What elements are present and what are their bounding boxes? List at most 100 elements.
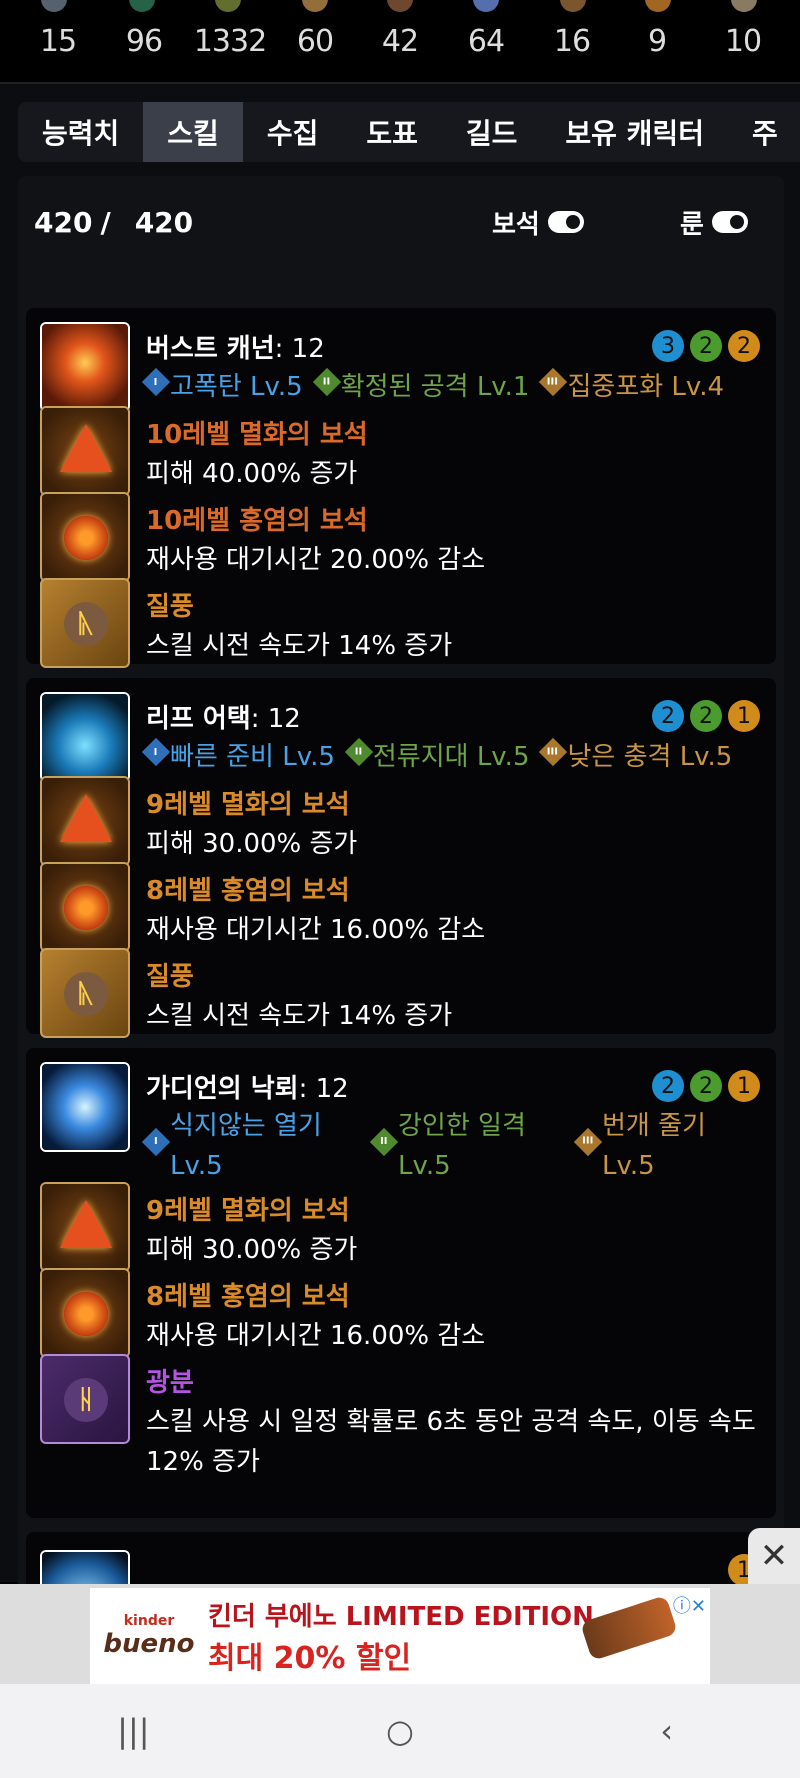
gem-desc: 재사용 대기시간 16.00% 감소 [146,915,486,945]
skill-header: 버스트 캐넌: 12 I 고폭탄 Lv.5 II 확정된 공격 Lv.1 III 집중… [40,322,760,412]
item-icon [560,0,586,12]
system-nav-bar: ||| ○ ‹ [0,1684,800,1778]
close-ad-button[interactable]: ✕ [748,1528,800,1584]
tripod-1: I 고폭탄 Lv.5 [141,366,303,403]
tripod-tier-3-icon: III [573,1127,603,1157]
item-icon [41,0,67,12]
item-count: 9 [647,24,667,59]
skill-card[interactable]: 버스트 캐넌: 12 I 고폭탄 Lv.5 II 확정된 공격 Lv.1 III 집중… [26,308,776,668]
rune-desc: 스킬 시전 속도가 14% 증가 [146,1001,453,1031]
profile-panel: 능력치 스킬 수집 도표 길드 보유 캐릭터 주 420 / 420 보석 룬 [0,82,800,1616]
tripod-tier-1-icon: I [141,367,171,397]
item-icon [473,0,499,12]
rune-row: ᚣ 질풍 스킬 시전 속도가 14% 증가 [40,578,760,668]
gem-desc: 피해 30.00% 증가 [146,829,358,859]
tab-stats[interactable]: 능력치 [18,102,143,162]
tab-bar: 능력치 스킬 수집 도표 길드 보유 캐릭터 주 [18,102,800,162]
tab-owned-characters[interactable]: 보유 캐릭터 [541,102,728,162]
skill-name: 버스트 캐넌: 12 [146,334,325,364]
tripod-tier-3-icon: III [539,737,568,767]
tripod-2: II 강인한 일격 Lv.5 [369,1106,554,1186]
crimson-flame-gem-icon [40,862,130,952]
tripod-3: III 집중포화 Lv.4 [539,366,724,403]
tripod-tier-1-icon: I [141,1127,171,1157]
ad-content[interactable]: kinder bueno 킨더 부에노 LIMITED EDITION 최대 2… [90,1588,710,1684]
gem-row: 10레벨 멸화의 보석 피해 40.00% 증가 [40,406,760,496]
item-count: 96 [125,24,163,59]
skill-name: 리프 어택: 12 [146,704,301,734]
skill-header: 리프 어택: 12 I 빠른 준비 Lv.5 II 전류지대 Lv.5 III 낮은 … [40,692,760,782]
close-icon[interactable]: ✕ [760,1536,789,1576]
tripod-badge: 2 [690,1070,722,1102]
ad-banner[interactable]: kinder bueno 킨더 부에노 LIMITED EDITION 최대 2… [0,1584,800,1684]
rune-icon: ᚣ [40,948,130,1038]
tripod-2: II 확정된 공격 Lv.1 [312,366,529,403]
tripod-badge: 3 [652,330,684,362]
skill-points-slash: / [100,205,111,239]
skill-points-row: 420 / 420 보석 룬 [34,202,774,242]
item-count: 60 [296,24,334,59]
rune-toggle-label: 룬 [680,209,704,240]
item-icon [215,0,241,12]
item-icon [129,0,155,12]
rune-title: 질풍 [146,962,194,992]
crimson-flame-gem-icon [40,492,130,582]
annihilation-gem-icon [40,1182,130,1272]
tab-collection[interactable]: 수집 [243,102,343,162]
ad-headline: 킨더 부에노 LIMITED EDITION [208,1601,594,1632]
gem-row: 9레벨 멸화의 보석 피해 30.00% 증가 [40,776,760,866]
home-icon[interactable]: ○ [370,1701,430,1761]
tab-guild[interactable]: 길드 [442,102,542,162]
ad-subline: 최대 20% 할인 [208,1640,412,1676]
rune-toggle[interactable]: 룬 [680,204,748,241]
ad-text: 킨더 부에노 LIMITED EDITION 최대 20% 할인 [208,1596,594,1677]
tripod-list: I 빠른 준비 Lv.5 II 전류지대 Lv.5 III 낮은 충격 Lv.5 [141,736,732,773]
tab-chart[interactable]: 도표 [342,102,442,162]
tripod-badge: 2 [690,700,722,732]
gem-row: 10레벨 홍염의 보석 재사용 대기시간 20.00% 감소 [40,492,760,582]
gem-desc: 피해 30.00% 증가 [146,1235,358,1265]
gem-title: 9레벨 멸화의 보석 [146,790,350,820]
back-icon[interactable]: ‹ [637,1701,697,1761]
item-icon [645,0,671,12]
tab-more[interactable]: 주 [728,102,800,162]
toggle-switch-icon[interactable] [711,211,748,233]
tripod-tier-3-icon: III [539,367,568,397]
tab-skills[interactable]: 스킬 [143,102,243,162]
tripod-3: III 번개 줄기 Lv.5 [573,1106,758,1186]
tripod-badge: 1 [728,1070,760,1102]
item-count: 42 [381,24,419,59]
skill-icon [40,322,130,412]
toggle-switch-icon[interactable] [547,211,584,233]
gem-desc: 피해 40.00% 증가 [146,459,358,489]
gem-desc: 재사용 대기시간 16.00% 감소 [146,1321,486,1351]
skills-content: 420 / 420 보석 룬 버스트 캐넌: 12 I 고폭탄 Lv.5 II … [18,176,784,1616]
tripod-level-badges: 2 2 1 [652,700,760,732]
rune-row: ᚺ 광분 스킬 사용 시 일정 확률로 6초 동안 공격 속도, 이동 속도 1… [40,1354,760,1477]
rune-icon: ᚺ [40,1354,130,1444]
rune-row: ᚣ 질풍 스킬 시전 속도가 14% 증가 [40,948,760,1038]
rune-title: 질풍 [146,592,194,622]
tripod-tier-2-icon: II [344,737,374,767]
skill-card[interactable]: 리프 어택: 12 I 빠른 준비 Lv.5 II 전류지대 Lv.5 III 낮은 … [26,678,776,1038]
rune-title: 광분 [146,1368,194,1398]
item-icon [302,0,328,12]
item-counts-bar: 15 96 1332 60 42 64 16 9 10 [0,0,800,80]
tripod-tier-1-icon: I [141,737,171,767]
crimson-flame-gem-icon [40,1268,130,1358]
tripod-badge: 2 [728,330,760,362]
gem-title: 10레벨 홍염의 보석 [146,506,368,536]
recents-icon[interactable]: ||| [103,1701,163,1761]
ad-choices-icon[interactable]: ⓘ✕ [673,1592,706,1618]
item-count: 64 [467,24,505,59]
skill-name: 가디언의 낙뢰: 12 [146,1074,349,1104]
item-count: 16 [553,24,591,59]
gem-toggle-label: 보석 [492,209,540,240]
gem-title: 8레벨 홍염의 보석 [146,876,350,906]
gem-row: 8레벨 홍염의 보석 재사용 대기시간 16.00% 감소 [40,862,760,952]
rune-icon: ᚣ [40,578,130,668]
skill-card[interactable]: 가디언의 낙뢰: 12 2 2 1 I 식지않는 열기 Lv.5 II 강인한 일… [26,1048,776,1518]
annihilation-gem-icon [40,776,130,866]
gem-toggle[interactable]: 보석 [492,204,584,241]
rune-desc: 스킬 사용 시 일정 확률로 6초 동안 공격 속도, 이동 속도 12% 증가 [146,1407,756,1477]
